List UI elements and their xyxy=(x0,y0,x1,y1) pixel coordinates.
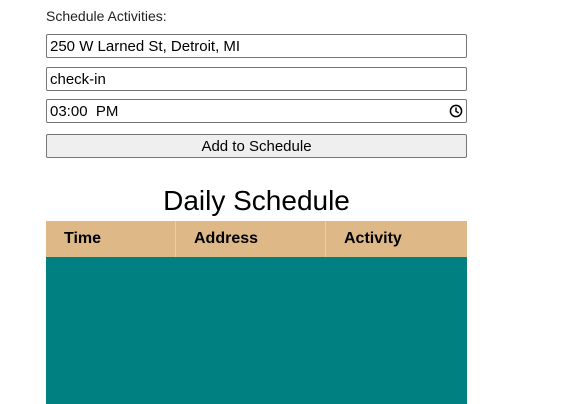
empty-table-area xyxy=(46,257,467,404)
schedule-table: Time Address Activity xyxy=(46,221,467,404)
activity-input[interactable] xyxy=(46,67,467,91)
time-value[interactable]: 03:00 PM xyxy=(50,103,118,120)
form-label: Schedule Activities: xyxy=(46,8,167,24)
column-header-activity: Activity xyxy=(325,221,467,257)
address-input[interactable] xyxy=(46,34,467,58)
schedule-table-body xyxy=(46,257,467,404)
schedule-title: Daily Schedule xyxy=(163,185,350,216)
add-to-schedule-button[interactable]: Add to Schedule xyxy=(46,134,467,158)
time-input[interactable]: 03:00 PM xyxy=(46,99,467,123)
column-header-time: Time xyxy=(64,230,102,247)
clock-icon[interactable] xyxy=(449,104,463,118)
table-header-row: Time Address Activity xyxy=(46,221,467,257)
column-header-address: Address xyxy=(175,221,326,257)
